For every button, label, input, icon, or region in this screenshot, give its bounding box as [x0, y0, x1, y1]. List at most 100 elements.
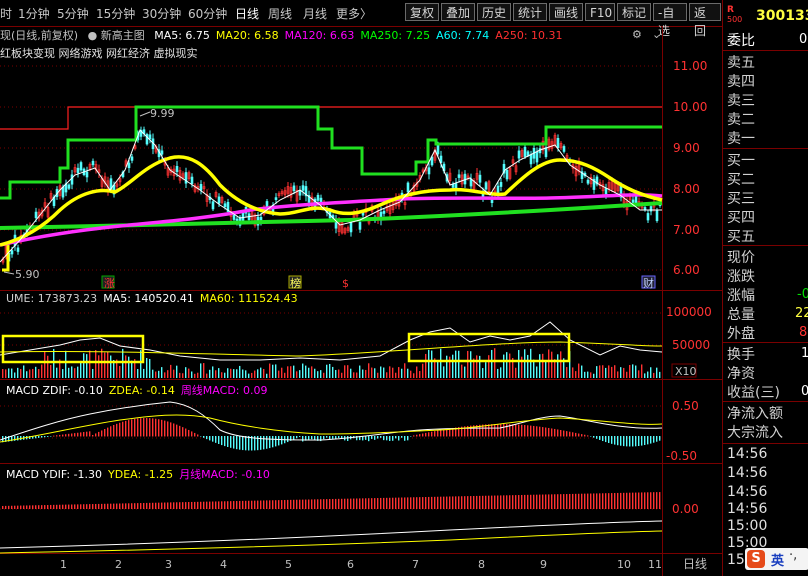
- macd-histogram-bar: [158, 419, 160, 437]
- macd-histogram-bar: [65, 434, 67, 437]
- macd-histogram-bar: [590, 436, 592, 437]
- macd-histogram-bar: [182, 427, 184, 437]
- volume-bar: [377, 372, 379, 378]
- volume-bar: [503, 354, 505, 378]
- svg-text:10: 10: [617, 558, 631, 571]
- monthly-macd-bar: [35, 505, 37, 509]
- collapse-icon[interactable]: ●: [88, 29, 98, 42]
- macd-histogram-bar: [593, 436, 595, 438]
- volume-bar: [455, 350, 457, 378]
- monthly-macd-bar: [149, 502, 151, 509]
- monthly-macd-bar: [305, 499, 307, 509]
- event-marker[interactable]: 财: [643, 276, 654, 290]
- monthly-macd-bar: [635, 492, 637, 509]
- monthly-macd-bar: [527, 494, 529, 509]
- quote-panel: R 500 300133 委比 0 卖五 卖四 卖三 卖二 卖一 买一 买二 买…: [722, 0, 808, 576]
- adjust-button[interactable]: 复权: [405, 3, 439, 21]
- monthly-macd-bar: [545, 494, 547, 509]
- period-tab-60min[interactable]: 60分钟: [188, 5, 227, 22]
- monthly-macd-bar: [659, 492, 661, 509]
- macd-histogram-bar: [137, 418, 139, 437]
- statistics-button[interactable]: 统计: [513, 3, 547, 21]
- a60-step-line: [0, 105, 662, 200]
- monthly-macd-bar: [602, 493, 604, 509]
- mark-button[interactable]: 标记: [617, 3, 651, 21]
- volume-bar: [188, 368, 190, 378]
- volume-bar: [110, 355, 112, 378]
- punctuation-icon[interactable]: ·,: [789, 548, 797, 563]
- monthly-macd-bar: [176, 502, 178, 509]
- back-button[interactable]: 返回: [689, 3, 721, 38]
- f10-button[interactable]: F10: [585, 3, 615, 21]
- monthly-macd-bar: [209, 501, 211, 509]
- monthly-macd-bar: [197, 501, 199, 509]
- monthly-macd-bar: [17, 505, 19, 509]
- monthly-macd-bar: [185, 502, 187, 509]
- macd-histogram-bar: [134, 418, 136, 437]
- remove-watchlist-button[interactable]: -自选: [653, 3, 687, 38]
- macd-histogram-bar: [95, 433, 97, 437]
- price-axis-label: 8.00: [673, 182, 700, 196]
- settings-gear-icon[interactable]: ⚙: [632, 28, 642, 41]
- candle-body: [349, 222, 353, 233]
- ime-language-toggle[interactable]: 英: [771, 550, 784, 569]
- monthly-macd-bar: [161, 502, 163, 509]
- monthly-macd-bar: [521, 494, 523, 509]
- volume-bar: [617, 371, 619, 378]
- macd-histogram-bar: [206, 436, 208, 440]
- volume-bar: [68, 367, 70, 378]
- period-tab-15min[interactable]: 15分钟: [96, 5, 135, 22]
- macd-histogram-bar: [323, 436, 325, 440]
- period-tab-more[interactable]: 更多〉: [336, 5, 372, 22]
- volume-bar: [380, 366, 382, 378]
- period-tab-5min[interactable]: 5分钟: [57, 5, 89, 22]
- history-button[interactable]: 历史: [477, 3, 511, 21]
- high-price-label: 9.99: [150, 107, 175, 120]
- concept-tags[interactable]: 红板块变现 网络游戏 网红经济 虚拟现实: [0, 45, 198, 61]
- volume-bar: [593, 373, 595, 378]
- draw-line-button[interactable]: 画线: [549, 3, 583, 21]
- volume-bar: [275, 364, 277, 378]
- volume-bar: [509, 353, 511, 378]
- macd-histogram-bar: [266, 436, 268, 449]
- volume-value-label: MA60: 111524.43: [199, 292, 298, 305]
- volume-bar: [533, 359, 535, 378]
- macd-histogram-bar: [122, 421, 124, 437]
- period-tab-weekly[interactable]: 周线: [268, 5, 292, 22]
- period-tab-monthly[interactable]: 月线: [303, 5, 327, 22]
- monthly-macd-bar: [344, 498, 346, 509]
- chevron-down-icon[interactable]: ⌄: [652, 28, 661, 41]
- event-marker[interactable]: 榜: [290, 276, 301, 290]
- macd-histogram-bar: [416, 434, 418, 437]
- macd-histogram-bar: [179, 425, 181, 437]
- macd-histogram-bar: [632, 436, 634, 447]
- main-indicator-title[interactable]: 新高主图: [101, 29, 145, 42]
- ma-value-label: A60: 7.74: [436, 29, 490, 42]
- volume-bar: [143, 368, 145, 378]
- period-tab-daily[interactable]: 日线: [235, 5, 259, 22]
- macd-histogram-bar: [605, 436, 607, 443]
- overlay-button[interactable]: 叠加: [441, 3, 475, 21]
- macd-histogram-bar: [242, 436, 244, 451]
- volume-bar: [392, 367, 394, 378]
- candle-body: [484, 182, 488, 190]
- period-tab-tick[interactable]: 时: [0, 5, 12, 22]
- volume-bar: [233, 369, 235, 378]
- monthly-macd-bar: [626, 492, 628, 509]
- macd-histogram-bar: [83, 432, 85, 437]
- volume-bar: [584, 371, 586, 378]
- stock-code[interactable]: 300133: [756, 8, 808, 24]
- ime-logo-icon[interactable]: S: [747, 550, 765, 568]
- macd-histogram-bar: [410, 436, 412, 437]
- event-marker[interactable]: $: [342, 277, 349, 290]
- period-tab-30min[interactable]: 30分钟: [142, 5, 181, 22]
- ime-toolbar[interactable]: S 英 ·,: [745, 548, 808, 570]
- monthly-macd-bar: [272, 500, 274, 509]
- event-marker[interactable]: 涨: [104, 277, 115, 290]
- macd-histogram-bar: [614, 436, 616, 445]
- macd-histogram-bar: [443, 429, 445, 437]
- period-tab-1min[interactable]: 1分钟: [18, 5, 50, 22]
- volume-bar: [77, 366, 79, 378]
- candle-body: [643, 207, 647, 210]
- monthly-macd-bar: [311, 499, 313, 509]
